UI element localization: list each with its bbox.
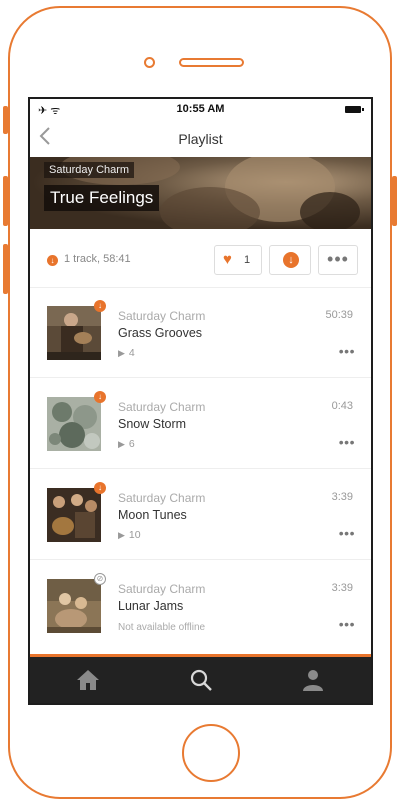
battery-icon bbox=[345, 106, 364, 113]
track-more-button[interactable]: ••• bbox=[339, 525, 355, 541]
track-artwork bbox=[47, 397, 101, 451]
tab-profile[interactable] bbox=[300, 667, 326, 693]
downloaded-icon: ↓ bbox=[94, 300, 106, 312]
play-count-value: 6 bbox=[128, 438, 135, 450]
playlist-artist[interactable]: Saturday Charm bbox=[44, 162, 135, 178]
track-artist: Saturday Charm bbox=[118, 309, 206, 323]
track-more-button[interactable]: ••• bbox=[339, 434, 355, 450]
play-count: ▶ 10 bbox=[118, 529, 141, 541]
track-row[interactable]: ⊘ Saturday Charm Lunar Jams Not availabl… bbox=[30, 560, 371, 651]
play-icon: ▶ bbox=[118, 348, 125, 358]
volume-down-button[interactable] bbox=[3, 244, 8, 294]
track-title: Grass Grooves bbox=[118, 326, 203, 340]
track-duration: 3:39 bbox=[331, 582, 353, 594]
heart-icon: ♥ bbox=[223, 251, 232, 268]
downloaded-icon: ↓ bbox=[94, 391, 106, 403]
download-icon: ↓ bbox=[283, 252, 299, 268]
home-button[interactable] bbox=[182, 724, 240, 782]
play-count-value: 10 bbox=[128, 529, 141, 541]
track-row[interactable]: ↓ Saturday Charm Moon Tunes ▶ 10 3:39 ••• bbox=[30, 469, 371, 560]
play-icon: ▶ bbox=[118, 439, 125, 449]
earpiece-speaker bbox=[179, 58, 244, 67]
volume-up-button[interactable] bbox=[3, 176, 8, 226]
track-duration: 0:43 bbox=[331, 400, 353, 412]
track-more-button[interactable]: ••• bbox=[339, 343, 355, 359]
tab-bar bbox=[30, 657, 371, 703]
playlist-summary: ↓ 1 track, 58:41 ♥ 1 ↓ ••• bbox=[30, 229, 371, 288]
more-options-button[interactable]: ••• bbox=[318, 245, 358, 275]
track-artwork bbox=[47, 579, 101, 633]
download-status-icon: ↓ bbox=[47, 255, 58, 266]
front-camera bbox=[144, 57, 155, 68]
track-artist: Saturday Charm bbox=[118, 582, 206, 596]
phone-screen: ✈ ᯤ 10:55 AM Playlist Saturday Charm Tru… bbox=[28, 97, 373, 705]
home-icon bbox=[77, 670, 99, 690]
navigation-bar: Playlist bbox=[30, 121, 371, 157]
power-button[interactable] bbox=[392, 176, 397, 226]
track-row[interactable]: ↓ Saturday Charm Snow Storm ▶ 6 0:43 ••• bbox=[30, 378, 371, 469]
playlist-title: True Feelings bbox=[44, 185, 160, 211]
track-duration: 3:39 bbox=[331, 491, 353, 503]
playlist-header: Saturday Charm True Feelings bbox=[30, 157, 371, 229]
play-count: ▶ 4 bbox=[118, 347, 135, 359]
profile-icon bbox=[303, 670, 323, 691]
status-time: 10:55 AM bbox=[176, 103, 225, 115]
play-icon: ▶ bbox=[118, 530, 125, 540]
track-artwork bbox=[47, 488, 101, 542]
track-more-button[interactable]: ••• bbox=[339, 616, 355, 632]
tab-search[interactable] bbox=[188, 667, 214, 693]
status-bar: ✈ ᯤ 10:55 AM bbox=[30, 99, 371, 121]
unavailable-icon: ⊘ bbox=[94, 573, 106, 585]
more-dots-icon: ••• bbox=[327, 249, 349, 269]
play-count: ▶ 6 bbox=[118, 438, 135, 450]
track-count-duration: 1 track, 58:41 bbox=[64, 253, 131, 265]
downloaded-icon: ↓ bbox=[94, 482, 106, 494]
track-artist: Saturday Charm bbox=[118, 491, 206, 505]
track-artist: Saturday Charm bbox=[118, 400, 206, 414]
track-title: Lunar Jams bbox=[118, 599, 184, 613]
like-count: 1 bbox=[244, 254, 251, 266]
track-title: Snow Storm bbox=[118, 417, 187, 431]
track-duration: 50:39 bbox=[325, 309, 353, 321]
like-button[interactable]: ♥ 1 bbox=[214, 245, 262, 275]
tab-home[interactable] bbox=[75, 667, 101, 693]
play-count-value: 4 bbox=[128, 347, 135, 359]
mute-switch[interactable] bbox=[3, 106, 8, 134]
download-button[interactable]: ↓ bbox=[269, 245, 311, 275]
search-icon bbox=[190, 669, 212, 691]
track-row[interactable]: ↓ Saturday Charm Grass Grooves ▶ 4 50:39 … bbox=[30, 287, 371, 378]
page-title: Playlist bbox=[178, 131, 223, 147]
offline-note: Not available offline bbox=[118, 622, 206, 633]
track-artwork bbox=[47, 306, 101, 360]
track-title: Moon Tunes bbox=[118, 508, 187, 522]
